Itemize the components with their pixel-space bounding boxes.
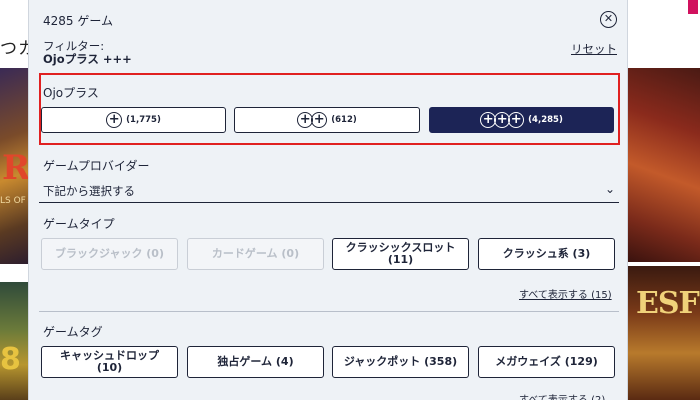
thumbnail-title-glyph: ESF xyxy=(636,286,700,321)
plus-icon-group: + xyxy=(106,112,123,128)
chevron-down-icon: ⌄ xyxy=(605,182,616,196)
button-label-count: (10) xyxy=(96,361,123,374)
plus-circle-icon: + xyxy=(106,112,123,128)
game-type-blackjack-button[interactable]: ブラックジャック (0) xyxy=(41,238,178,270)
game-tag-show-all-link[interactable]: すべて表示する (2) xyxy=(519,391,605,400)
button-label: ジャックポット (358) xyxy=(343,355,458,368)
ojo-plus-2-button[interactable]: + + (612) xyxy=(234,107,420,133)
ojo-plus-1-button[interactable]: + (1,775) xyxy=(41,107,226,133)
game-tag-title: ゲームタグ xyxy=(43,325,103,339)
provider-title: ゲームプロバイダー xyxy=(43,159,150,173)
button-label: クラッシュ系 (3) xyxy=(502,247,591,260)
provider-select-value: 下記から選択する xyxy=(43,184,135,198)
active-filter-value: Ojoプラス +++ xyxy=(43,52,132,66)
divider xyxy=(39,202,619,203)
ojo-plus-count: (1,775) xyxy=(126,115,161,125)
button-label: メガウェイズ (129) xyxy=(495,355,598,368)
thumbnail-title-glyph: 8 xyxy=(0,342,21,377)
game-type-card-game-button[interactable]: カードゲーム (0) xyxy=(187,238,324,270)
ojo-plus-count: (4,285) xyxy=(528,115,563,125)
filter-panel: 4285 ゲーム ✕ フィルター: Ojoプラス +++ リセット Ojoプラス… xyxy=(28,0,628,400)
game-tag-megaways-button[interactable]: メガウェイズ (129) xyxy=(478,346,615,378)
game-tag-cash-drop-button[interactable]: キャッシュドロップ (10) xyxy=(41,346,178,378)
game-tag-exclusive-button[interactable]: 独占ゲーム (4) xyxy=(187,346,324,378)
panel-title: 4285 ゲーム xyxy=(43,14,113,28)
button-label: 独占ゲーム (4) xyxy=(217,355,294,368)
button-label: カードゲーム (0) xyxy=(211,247,300,260)
top-bar xyxy=(628,0,700,28)
game-tag-jackpot-button[interactable]: ジャックポット (358) xyxy=(332,346,469,378)
button-label: ブラックジャック (0) xyxy=(55,247,164,260)
divider xyxy=(39,311,619,312)
game-thumbnail[interactable]: 8 xyxy=(0,282,30,400)
plus-circle-icon: + xyxy=(311,112,328,128)
provider-select[interactable]: 下記から選択する ⌄ xyxy=(43,183,617,199)
close-icon[interactable]: ✕ xyxy=(600,11,617,28)
game-type-show-all-link[interactable]: すべて表示する (15) xyxy=(519,286,612,301)
game-thumbnail[interactable]: ESF xyxy=(628,266,700,400)
ojo-plus-count: (612) xyxy=(331,115,357,125)
notification-badge xyxy=(688,0,698,14)
plus-icon-group: + + xyxy=(297,112,328,128)
thumbnail-subtitle: LS OF xyxy=(0,196,26,206)
ojo-plus-title: Ojoプラス xyxy=(43,86,99,100)
plus-circle-icon: + xyxy=(508,112,525,128)
thumbnail-title-glyph: R xyxy=(2,148,30,188)
game-thumbnail[interactable] xyxy=(628,68,700,262)
reset-link[interactable]: リセット xyxy=(571,41,617,57)
plus-icon-group: + + + xyxy=(480,112,525,128)
game-type-classic-slot-button[interactable]: クラッシックスロット (11) xyxy=(332,238,469,270)
game-thumbnail[interactable]: R LS OF xyxy=(0,68,30,264)
button-label-count: (11) xyxy=(387,253,414,266)
ojo-plus-3-button[interactable]: + + + (4,285) xyxy=(429,107,614,133)
game-type-crash-button[interactable]: クラッシュ系 (3) xyxy=(478,238,615,270)
game-type-title: ゲームタイプ xyxy=(43,217,115,231)
